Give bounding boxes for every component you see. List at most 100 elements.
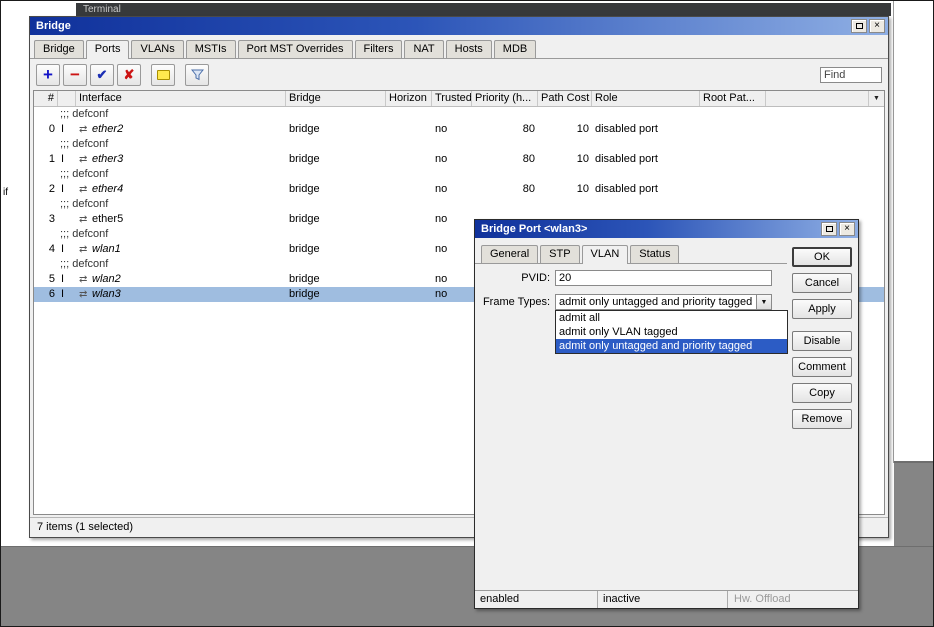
comment-row[interactable]: ;;; defconf bbox=[34, 137, 884, 152]
add-button[interactable]: + bbox=[36, 63, 60, 86]
background-window-titlebar[interactable]: Terminal bbox=[76, 3, 891, 16]
disable-button[interactable]: ✘ bbox=[117, 63, 141, 86]
comment-row[interactable]: ;;; defconf bbox=[34, 167, 884, 182]
tab-filters[interactable]: Filters bbox=[354, 40, 403, 58]
cell-bridge: bridge bbox=[289, 153, 320, 165]
table-header: # Interface Bridge Horizon Trusted Prior… bbox=[34, 91, 884, 107]
tab-ports[interactable]: Ports bbox=[85, 40, 130, 59]
cell-horizon bbox=[386, 242, 432, 257]
cell-priority: 80 bbox=[522, 123, 535, 135]
col-role[interactable]: Role bbox=[592, 91, 700, 106]
dropdown-option-admit-vlan-tagged[interactable]: admit only VLAN tagged bbox=[556, 325, 787, 339]
col-bridge[interactable]: Bridge bbox=[286, 91, 386, 106]
tab-status[interactable]: Status bbox=[630, 245, 680, 263]
dialog-maximize-button[interactable] bbox=[821, 222, 837, 236]
cell-path-cost: 10 bbox=[576, 123, 589, 135]
cell-flags: I bbox=[61, 288, 65, 300]
cell-number: 3 bbox=[48, 213, 55, 225]
cell-interface: ⇄ ether2 bbox=[79, 123, 124, 135]
filter-button[interactable] bbox=[185, 63, 209, 86]
col-number[interactable]: # bbox=[34, 91, 58, 106]
bridge-window-titlebar[interactable]: Bridge × bbox=[30, 17, 888, 35]
comment-button[interactable]: Comment bbox=[792, 357, 852, 377]
tab-hosts[interactable]: Hosts bbox=[445, 40, 492, 58]
table-row-ether4[interactable]: 2 I ⇄ ether4 bridge no 80 10 disabled por… bbox=[34, 182, 884, 197]
status-enabled: enabled bbox=[475, 591, 598, 608]
cell-trusted: no bbox=[435, 183, 448, 195]
comment-row[interactable]: ;;; defconf bbox=[34, 107, 884, 122]
table-row-ether2[interactable]: 0 I ⇄ ether2 bridge no 80 10 disabled por… bbox=[34, 122, 884, 137]
tab-vlans[interactable]: VLANs bbox=[131, 40, 184, 58]
comment-row[interactable]: ;;; defconf bbox=[34, 197, 884, 212]
dropdown-option-admit-untagged-priority[interactable]: admit only untagged and priority tagged bbox=[556, 339, 787, 353]
cell-interface: ⇄ ether5 bbox=[79, 213, 124, 225]
pvid-input[interactable] bbox=[555, 270, 772, 286]
col-interface[interactable]: Interface bbox=[76, 91, 286, 106]
comment-button[interactable] bbox=[151, 63, 175, 86]
col-horizon[interactable]: Horizon bbox=[386, 91, 432, 106]
port-icon: ⇄ bbox=[79, 124, 88, 135]
cell-horizon bbox=[386, 272, 432, 287]
cell-bridge: bridge bbox=[289, 243, 320, 255]
col-path-cost[interactable]: Path Cost bbox=[538, 91, 592, 106]
dialog-close-button[interactable]: × bbox=[839, 222, 855, 236]
status-hw-offload: Hw. Offload bbox=[734, 593, 791, 605]
cell-role: disabled port bbox=[595, 183, 658, 195]
ok-button[interactable]: OK bbox=[792, 247, 852, 267]
status-inactive: inactive bbox=[598, 591, 728, 608]
find-input[interactable] bbox=[820, 66, 882, 83]
remove-button[interactable]: − bbox=[63, 63, 87, 86]
bridge-window-tabs: Bridge Ports VLANs MSTIs Port MST Overri… bbox=[30, 35, 888, 59]
x-icon: ✘ bbox=[123, 67, 135, 82]
cell-number: 1 bbox=[48, 153, 55, 165]
combo-dropdown-button[interactable]: ▼ bbox=[756, 295, 771, 309]
copy-button[interactable]: Copy bbox=[792, 383, 852, 403]
cell-trusted: no bbox=[435, 213, 448, 225]
maximize-icon bbox=[825, 226, 833, 232]
cell-horizon bbox=[386, 212, 432, 227]
cell-flags: I bbox=[61, 153, 65, 165]
column-selector-button[interactable]: ▼ bbox=[868, 91, 884, 106]
col-flags[interactable] bbox=[58, 91, 76, 106]
disable-button[interactable]: Disable bbox=[792, 331, 852, 351]
tab-mdb[interactable]: MDB bbox=[493, 40, 537, 58]
cell-root-path bbox=[700, 152, 766, 167]
col-priority[interactable]: Priority (h... bbox=[472, 91, 538, 106]
tab-vlan[interactable]: VLAN bbox=[581, 245, 629, 264]
frame-types-label: Frame Types: bbox=[482, 296, 550, 308]
dialog-titlebar[interactable]: Bridge Port <wlan3> × bbox=[475, 220, 858, 238]
col-root-path[interactable]: Root Pat... bbox=[700, 91, 766, 106]
table-row-ether3[interactable]: 1 I ⇄ ether3 bridge no 80 10 disabled por… bbox=[34, 152, 884, 167]
apply-button[interactable]: Apply bbox=[792, 299, 852, 319]
maximize-button[interactable] bbox=[851, 19, 867, 33]
minus-icon: − bbox=[70, 65, 80, 84]
port-icon: ⇄ bbox=[79, 154, 88, 165]
cell-bridge: bridge bbox=[289, 213, 320, 225]
cell-interface: ⇄ wlan3 bbox=[79, 288, 121, 300]
cell-bridge: bridge bbox=[289, 288, 320, 300]
cell-number: 5 bbox=[48, 273, 55, 285]
frame-types-combobox[interactable]: admit only untagged and priority tagged … bbox=[555, 294, 772, 310]
frame-types-dropdown-list: admit all admit only VLAN tagged admit o… bbox=[555, 310, 788, 354]
port-icon: ⇄ bbox=[79, 214, 88, 225]
tab-bridge[interactable]: Bridge bbox=[34, 40, 84, 58]
screen: Terminal if Bridge × Bridge Ports VLANs … bbox=[0, 0, 934, 627]
funnel-icon bbox=[190, 69, 204, 80]
tab-mstis[interactable]: MSTIs bbox=[185, 40, 236, 58]
cell-bridge: bridge bbox=[289, 123, 320, 135]
tab-general[interactable]: General bbox=[481, 245, 539, 263]
dialog-statusbar: enabled inactive Hw. Offload bbox=[475, 590, 858, 608]
cancel-button[interactable]: Cancel bbox=[792, 273, 852, 293]
cell-trusted: no bbox=[435, 123, 448, 135]
enable-button[interactable]: ✔ bbox=[90, 63, 114, 86]
close-button[interactable]: × bbox=[869, 19, 885, 33]
cell-trusted: no bbox=[435, 273, 448, 285]
tab-nat[interactable]: NAT bbox=[404, 40, 444, 58]
cell-role: disabled port bbox=[595, 153, 658, 165]
toolbar: + − ✔ ✘ bbox=[30, 59, 888, 90]
tab-stp[interactable]: STP bbox=[540, 245, 580, 263]
dropdown-option-admit-all[interactable]: admit all bbox=[556, 311, 787, 325]
remove-button[interactable]: Remove bbox=[792, 409, 852, 429]
tab-port-mst-overrides[interactable]: Port MST Overrides bbox=[237, 40, 353, 58]
col-trusted[interactable]: Trusted bbox=[432, 91, 472, 106]
